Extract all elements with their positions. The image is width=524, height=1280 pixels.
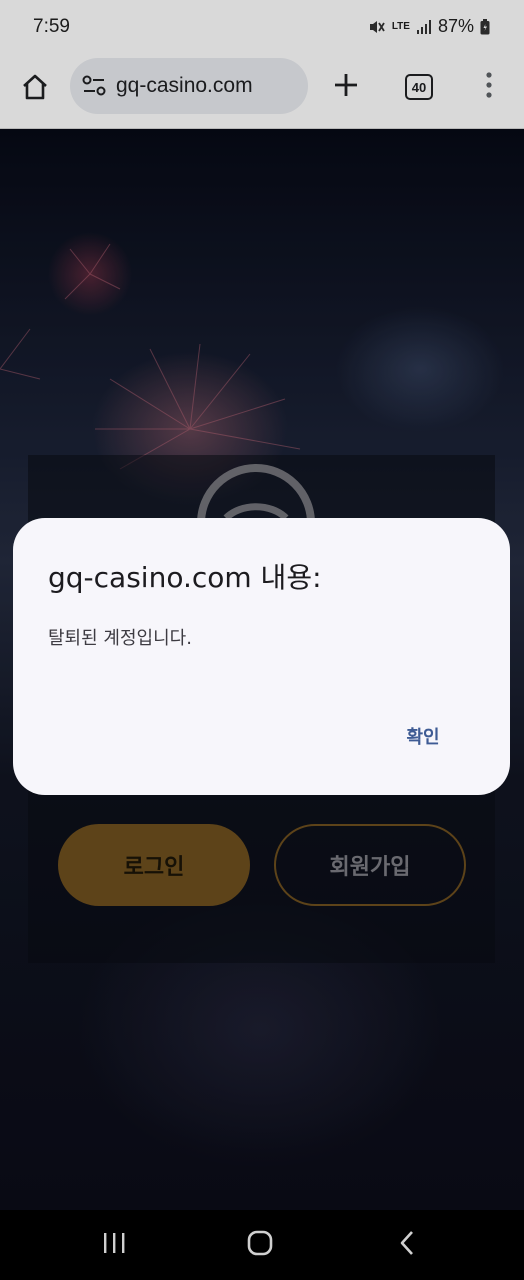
alert-dialog: gq-casino.com 내용: 탈퇴된 계정입니다. 확인 xyxy=(13,518,510,795)
recent-apps-icon xyxy=(102,1232,126,1258)
back-icon xyxy=(399,1230,415,1260)
recent-apps-button[interactable] xyxy=(94,1228,134,1262)
back-button[interactable] xyxy=(387,1228,427,1262)
ok-button[interactable]: 확인 xyxy=(387,714,459,758)
dialog-title: gq-casino.com 내용: xyxy=(48,561,322,594)
system-nav-bar xyxy=(0,1210,524,1280)
home-circle-icon xyxy=(247,1230,273,1260)
dialog-message: 탈퇴된 계정입니다. xyxy=(48,628,192,649)
home-nav-button[interactable] xyxy=(240,1228,280,1262)
